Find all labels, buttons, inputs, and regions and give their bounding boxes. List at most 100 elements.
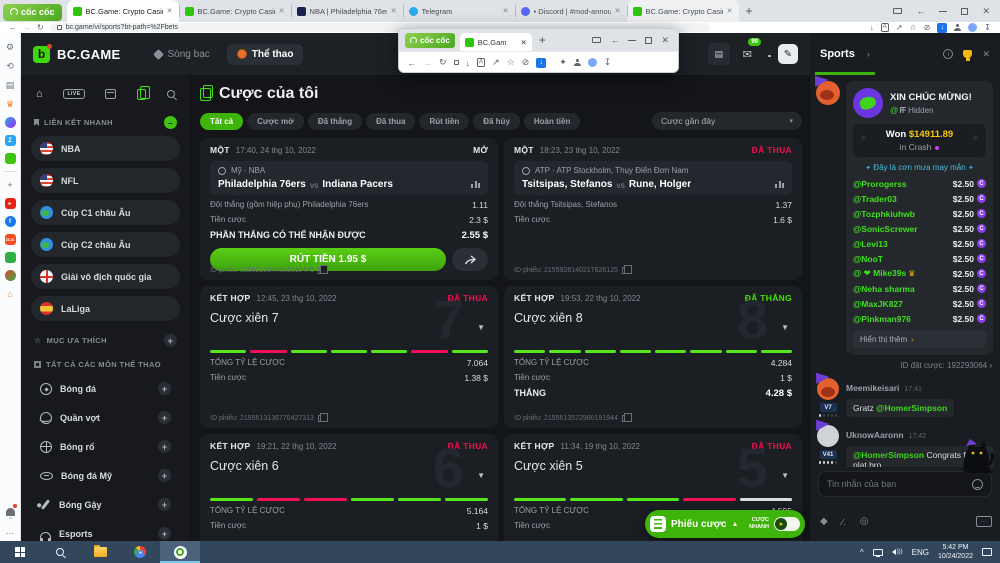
browser-tab[interactable]: • Discord | #mod-announc ✕	[515, 0, 627, 22]
expand-icon[interactable]: +	[158, 469, 171, 482]
sidebar-item-europa-league[interactable]: Cúp C2 châu Âu	[31, 232, 180, 257]
sort-dropdown[interactable]: Cược gần đây ▾	[652, 112, 802, 130]
add-favorite-button[interactable]: +	[164, 334, 177, 347]
rain-bet-id[interactable]: ID đặt cược: 192293064 ›	[816, 361, 994, 370]
minimize-button[interactable]	[939, 11, 947, 12]
popup-tab[interactable]: BC.Gam ✕	[460, 33, 532, 51]
share-icon[interactable]: ↗	[896, 23, 903, 32]
tab-close-icon[interactable]: ✕	[391, 7, 397, 15]
sidebar-item-cricket[interactable]: Bóng Gậy +	[31, 492, 180, 517]
share-icon[interactable]: ↗	[492, 57, 500, 68]
avatar[interactable]	[817, 425, 839, 447]
coccoc-button[interactable]	[160, 541, 200, 563]
my-bets-icon[interactable]	[137, 89, 146, 100]
hidden-icons-chevron[interactable]: ^	[860, 548, 864, 557]
tip-coin-icon[interactable]: ◎	[860, 516, 869, 527]
notifications-bell-icon[interactable]	[4, 506, 16, 518]
betslip-bar[interactable]: Phiếu cược ▲ CƯỢC NHANH ➤	[645, 510, 805, 538]
youtube-icon[interactable]: ▸	[5, 198, 16, 209]
info-icon[interactable]: i	[943, 49, 953, 59]
taskbar-search-button[interactable]	[40, 541, 80, 563]
collapse-button[interactable]: –	[164, 116, 177, 129]
share-bet-button[interactable]	[452, 248, 488, 271]
winner-avatar[interactable]	[853, 88, 883, 118]
expand-icon[interactable]: +	[158, 440, 171, 453]
copy-icon[interactable]	[318, 415, 324, 422]
sidebar-item-esports[interactable]: Esports +	[31, 521, 180, 541]
chevron-down-icon[interactable]: ▼	[477, 323, 485, 332]
promo-icon[interactable]	[5, 270, 16, 281]
expand-icon[interactable]: +	[158, 382, 171, 395]
translate-icon[interactable]: A	[477, 58, 485, 67]
chrome-button[interactable]	[120, 541, 160, 563]
download-manager-icon[interactable]: ↓	[536, 58, 546, 68]
history-icon[interactable]: ⟲	[4, 60, 16, 72]
forward-icon[interactable]: →	[23, 24, 31, 32]
quick-bet-toggle[interactable]: ➤	[774, 517, 800, 531]
gift-icon[interactable]	[5, 252, 16, 263]
downloads-icon[interactable]: ↧	[984, 23, 991, 32]
maximize-button[interactable]	[961, 8, 968, 15]
shopping-cart-icon[interactable]: ⌂	[4, 288, 16, 300]
filter-refund[interactable]: Hoàn tiền	[524, 113, 580, 130]
reload-icon[interactable]: ↻	[37, 24, 44, 32]
secure-lock-icon[interactable]	[454, 60, 459, 65]
commands-icon[interactable]: ∕.	[842, 517, 846, 527]
sidebar-item-football[interactable]: Bóng đá +	[31, 376, 180, 401]
filter-open[interactable]: Cược mở	[247, 113, 304, 130]
chevron-down-icon[interactable]: ▼	[477, 471, 485, 480]
downloads-icon[interactable]: ↧	[604, 57, 612, 68]
profiles-icon[interactable]	[954, 24, 961, 31]
games-icon[interactable]	[5, 153, 16, 164]
filter-all[interactable]: Tất cả	[200, 113, 243, 130]
tab-close-icon[interactable]: ✕	[279, 7, 285, 15]
copy-icon[interactable]	[622, 267, 628, 274]
reload-icon[interactable]: ↻	[439, 57, 447, 68]
nav-sports[interactable]: Thể thao	[227, 44, 304, 65]
user-mention[interactable]: @HomerSimpson	[876, 403, 947, 413]
chat-tab-sports[interactable]: Sports	[820, 48, 855, 60]
tab-close-icon[interactable]: ✕	[727, 7, 733, 15]
expand-icon[interactable]: +	[158, 411, 171, 424]
secure-lock-icon[interactable]	[57, 25, 62, 30]
show-more-button[interactable]: Hiển thị thêm ›	[853, 330, 986, 348]
expand-icon[interactable]: +	[158, 498, 171, 511]
home-icon[interactable]: ⌂	[36, 89, 43, 100]
account-avatar[interactable]	[588, 58, 597, 67]
volume-icon[interactable]: )))	[892, 549, 903, 555]
filter-won[interactable]: Đã thắng	[308, 113, 362, 130]
chevron-down-icon[interactable]: ▼	[781, 323, 789, 332]
action-center-icon[interactable]	[982, 548, 992, 556]
copy-icon[interactable]	[318, 267, 324, 274]
tab-close-icon[interactable]: ✕	[503, 7, 509, 15]
emoji-icon[interactable]	[972, 479, 983, 490]
bookmark-star-icon[interactable]: ☆	[507, 57, 515, 68]
bookmark-star-icon[interactable]: ☆	[909, 23, 916, 32]
new-tab-button[interactable]: +	[539, 33, 546, 47]
restore-tab-icon[interactable]: ←	[916, 7, 925, 16]
trophy-icon[interactable]	[963, 50, 972, 58]
avatar[interactable]	[816, 81, 840, 105]
messenger-icon[interactable]	[5, 117, 16, 128]
stats-icon[interactable]	[471, 181, 480, 188]
rain-icon[interactable]: ◆	[820, 516, 828, 527]
bcgame-logo-text[interactable]: BC.GAME	[57, 47, 121, 62]
browser-tab[interactable]: NBA | Philadelphia 76ers vs I ✕	[291, 0, 403, 22]
adblock-icon[interactable]: ⊘	[522, 57, 530, 68]
username[interactable]: UknowAaronn	[846, 430, 904, 440]
chat-input[interactable]	[827, 479, 972, 489]
maximize-button[interactable]	[645, 37, 652, 44]
back-icon[interactable]: ←	[407, 58, 416, 68]
facebook-icon[interactable]: f	[5, 216, 16, 227]
reading-list-icon[interactable]: ▤	[4, 79, 16, 91]
tab-close-icon[interactable]: ✕	[167, 7, 173, 15]
sidebar-item-laliga[interactable]: LaLiga	[31, 296, 180, 321]
network-icon[interactable]	[873, 549, 883, 556]
filter-cashout[interactable]: Rút tiền	[419, 113, 469, 130]
schedule-icon[interactable]	[105, 89, 116, 99]
close-button[interactable]: ✕	[661, 36, 669, 45]
inbox-button[interactable]: ✉ 99	[743, 45, 752, 63]
save-page-icon[interactable]: ↓	[870, 23, 874, 32]
minimize-button[interactable]	[628, 40, 636, 41]
more-icon[interactable]: …	[4, 525, 16, 537]
